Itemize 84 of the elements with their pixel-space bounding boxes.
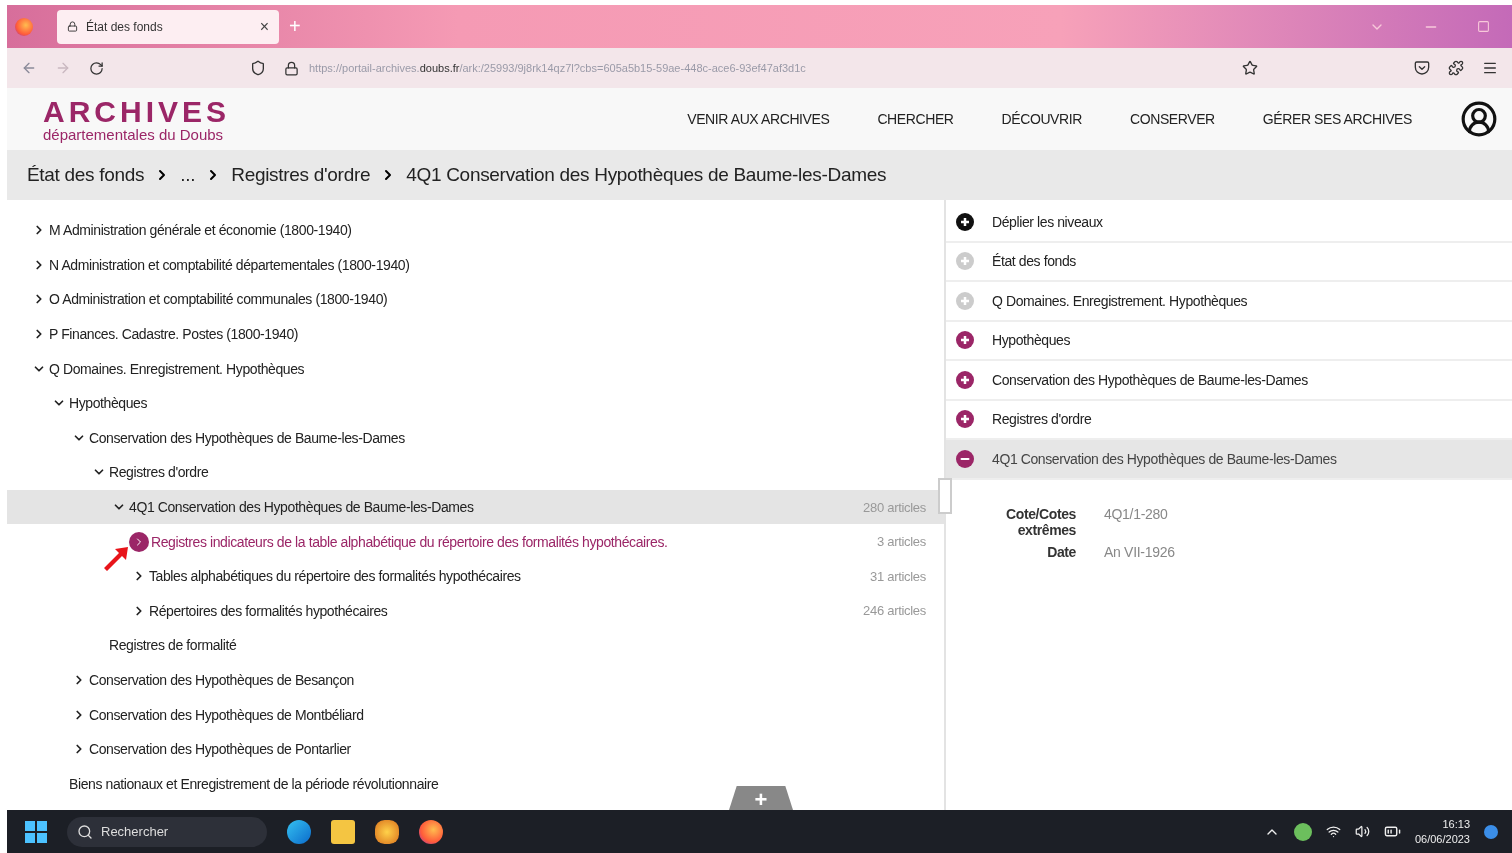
tree-item[interactable]: Biens nationaux et Enregistrement de la période révolutionnaire [69,775,439,792]
url-field[interactable]: https://portail-archives.doubs.fr/ark:/25993/9j8rk14qz7l?cbs=605a5b15-59ae-448c-ace6-93ef47af3d1c [309,62,1224,74]
tree-item[interactable]: Tables alphabétiques du répertoire des formalités hypothécaires [149,568,521,585]
clock[interactable]: 16:13 06/06/2023 [1414,817,1470,846]
search-placeholder: Rechercher [101,824,169,839]
tree-item[interactable]: Conservation des Hypothèques de Besançon [89,672,354,688]
nav-link[interactable]: CHERCHER [877,111,954,127]
tree-item[interactable]: 4Q1 Conservation des Hypothèques de Baume-les-Dames [129,499,474,516]
tree-link[interactable]: Registres indicateurs de la table alphabétique du répertoire des formalités hypothécaires. [151,533,668,550]
user-icon[interactable] [1460,100,1498,138]
wifi-icon[interactable] [1325,824,1341,839]
level-label: Registres d'ordre [992,411,1092,428]
notification-icon[interactable] [1484,824,1498,839]
pocket-icon[interactable] [1414,60,1430,76]
tree-item[interactable]: Conservation des Hypothèques de Baume-les-Dames [89,429,405,446]
level-label: Conservation des Hypothèques de Baume-les-Dames [992,371,1308,388]
add-button[interactable]: + [729,786,793,810]
level-label: Q Domaines. Enregistrement. Hypothèques [992,292,1248,309]
level-label: Hypothèques [992,332,1071,349]
tree-item[interactable]: Répertoires des formalités hypothécaires [149,602,388,619]
taskbar-search[interactable]: Rechercher [67,816,267,847]
breadcrumb-link[interactable]: Registres d'ordre [231,164,371,186]
nav-link[interactable]: DÉCOUVRIR [1001,111,1082,127]
menu-icon[interactable] [1482,60,1498,76]
detail-value: An VII-1926 [1104,543,1176,560]
tab-favicon-icon [67,21,78,32]
detail-value: 4Q1/1-280 [1104,505,1169,524]
level-item[interactable]: 4Q1 Conservation des Hypothèques de Baume-les-Dames [946,440,1512,480]
shield-icon[interactable] [250,60,266,76]
resize-handle[interactable] [938,478,952,514]
logo-subtitle: départementales du Doubs [43,126,225,142]
tree-item[interactable]: P Finances. Cadastre. Postes (1800-1940) [49,326,299,343]
minus-circle-icon[interactable] [956,449,974,468]
breadcrumb-link[interactable]: ... [180,164,196,186]
level-label: Déplier les niveaux [992,213,1103,230]
article-count: 3 articles [876,534,926,550]
article-count: 246 articles [863,603,926,619]
tree-item[interactable]: Conservation des Hypothèques de Pontarlier [89,741,351,758]
breadcrumb-link[interactable]: 4Q1 Conservation des Hypothèques de Baume-les-Dames [406,164,887,186]
nav-link[interactable]: CONSERVER [1129,111,1215,127]
level-label: État des fonds [992,253,1076,270]
tree-item[interactable]: Hypothèques [69,395,148,412]
clock-date: 06/06/2023 [1414,831,1470,846]
level-label: 4Q1 Conservation des Hypothèques de Baume-les-Dames [992,450,1337,467]
detail-label: Cote/Cotes extrêmes [1005,505,1076,538]
site-logo[interactable]: ARCHIVES départementales du Doubs [43,96,231,142]
nav-link[interactable]: GÉRER SES ARCHIVES [1262,111,1412,127]
back-icon[interactable] [21,60,37,76]
volume-icon[interactable] [1354,824,1370,839]
tree-item[interactable]: N Administration et comptabilité départementales (1800-1940) [49,256,410,273]
detail-label: Date [1046,543,1076,560]
tree-item[interactable]: Q Domaines. Enregistrement. Hypothèques [49,360,305,377]
chevron-circle-icon[interactable] [129,531,149,552]
bookmark-star-icon[interactable] [1242,60,1258,76]
tree-item[interactable]: M Administration générale et économie (1800-1940) [49,222,352,239]
clock-time: 16:13 [1442,817,1470,832]
tree-item[interactable]: Registres de formalité [109,637,237,654]
article-count: 31 articles [870,568,926,584]
tab-title: État des fonds [86,19,164,34]
tree-item[interactable]: Conservation des Hypothèques de Montbéliard [89,706,364,723]
breadcrumb-link[interactable]: État des fonds [27,164,145,186]
search-icon [77,823,93,840]
folder-app-icon[interactable] [331,819,355,844]
pointer-arrow-icon [103,546,129,572]
reload-icon[interactable] [89,60,104,76]
tree-item[interactable]: Registres d'ordre [109,464,209,481]
nav-link[interactable]: VENIR AUX ARCHIVES [687,111,830,127]
tray-app-icon[interactable] [1293,822,1312,841]
start-icon[interactable] [25,820,47,843]
browser-app-icon[interactable] [419,819,443,844]
logo-title: ARCHIVES [43,96,231,127]
app-icon[interactable] [375,819,399,844]
plus-circle-icon[interactable] [956,370,974,389]
plus-circle-icon[interactable] [956,212,974,231]
tree-row[interactable]: 4Q1 Conservation des Hypothèques de Baume-les-Dames 280 articles [7,489,944,525]
lock-icon[interactable] [284,60,299,76]
plus-circle-icon[interactable] [956,331,974,350]
close-icon[interactable]: × [259,17,269,36]
plus-circle-icon[interactable] [956,410,974,429]
extensions-icon[interactable] [1448,60,1464,76]
edge-app-icon[interactable] [287,819,311,844]
tree-item[interactable]: O Administration et comptabilité communales (1800-1940) [49,291,388,308]
article-count: 280 articles [863,499,926,515]
browser-tab[interactable]: État des fonds × [57,9,279,44]
